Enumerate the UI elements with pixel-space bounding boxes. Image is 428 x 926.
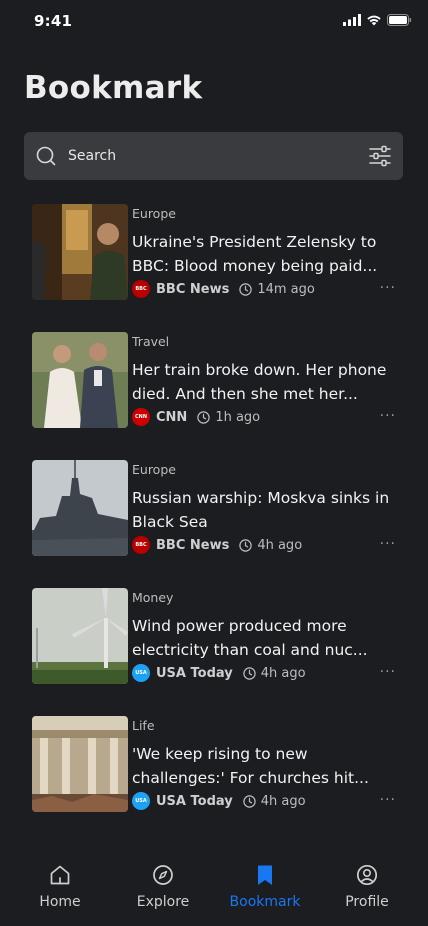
profile-icon — [356, 864, 378, 886]
article-meta: BBC BBC News 4h ago ··· — [132, 536, 402, 554]
article-source[interactable]: CNN — [156, 410, 187, 425]
article-meta: USA USA Today 4h ago ··· — [132, 664, 402, 682]
article-thumbnail — [32, 716, 128, 812]
bookmark-icon — [258, 865, 272, 885]
wifi-icon — [367, 15, 381, 26]
article-thumbnail — [32, 460, 128, 556]
article-thumbnail — [32, 332, 128, 428]
article-time: 4h ago — [260, 793, 306, 809]
article-card[interactable]: Europe Russian warship: Moskva sinks in … — [32, 460, 402, 556]
clock-icon — [239, 282, 253, 296]
article-headline[interactable]: Ukraine's President Zelensky to BBC: Blo… — [132, 230, 400, 278]
article-card[interactable]: Travel Her train broke down. Her phone d… — [32, 332, 402, 428]
article-headline[interactable]: 'We keep rising to new challenges:' For … — [132, 742, 400, 790]
cnn-logo: CNN — [132, 408, 150, 426]
article-meta: CNN CNN 1h ago ··· — [132, 408, 402, 426]
search-input[interactable] — [68, 132, 348, 180]
tab-home[interactable]: Home — [10, 846, 110, 926]
usa-today-logo: USA — [132, 664, 150, 682]
bbc-news-logo: BBC — [132, 536, 150, 554]
tab-label: Bookmark — [229, 894, 301, 910]
battery-icon — [387, 14, 412, 26]
article-category: Money — [132, 590, 174, 605]
article-time: 4h ago — [260, 665, 306, 681]
article-headline[interactable]: Wind power produced more electricity tha… — [132, 614, 400, 662]
tab-label: Explore — [136, 894, 190, 910]
article-time: 14m ago — [257, 281, 315, 297]
article-headline[interactable]: Russian warship: Moskva sinks in Black S… — [132, 486, 400, 534]
clock-icon — [197, 410, 211, 424]
article-time: 1h ago — [215, 409, 261, 425]
tab-label: Home — [39, 894, 81, 910]
bbc-news-logo: BBC — [132, 280, 150, 298]
article-card[interactable]: Life 'We keep rising to new challenges:'… — [32, 716, 402, 812]
article-category: Life — [132, 718, 155, 733]
article-source[interactable]: BBC News — [156, 282, 229, 297]
article-meta: USA USA Today 4h ago ··· — [132, 792, 402, 810]
tab-bookmark[interactable]: Bookmark — [215, 846, 315, 926]
status-time: 9:41 — [34, 12, 73, 30]
tab-label: Profile — [345, 894, 389, 910]
tab-explore[interactable]: Explore — [113, 846, 213, 926]
more-options-icon[interactable]: ··· — [380, 665, 396, 679]
article-source[interactable]: USA Today — [156, 666, 233, 681]
cellular-signal-icon — [343, 14, 361, 26]
more-options-icon[interactable]: ··· — [380, 793, 396, 807]
search-bar — [24, 132, 403, 180]
article-thumbnail — [32, 204, 128, 300]
home-icon — [50, 865, 70, 885]
article-category: Europe — [132, 462, 176, 477]
more-options-icon[interactable]: ··· — [380, 281, 396, 295]
article-source[interactable]: BBC News — [156, 538, 229, 553]
tab-profile[interactable]: Profile — [317, 846, 417, 926]
status-bar: 9:41 — [0, 0, 428, 44]
page-title: Bookmark — [24, 70, 203, 106]
search-icon — [36, 146, 56, 166]
article-card[interactable]: Europe Ukraine's President Zelensky to B… — [32, 204, 402, 300]
article-card[interactable]: Money Wind power produced more electrici… — [32, 588, 402, 684]
article-headline[interactable]: Her train broke down. Her phone died. An… — [132, 358, 400, 406]
filter-icon[interactable] — [369, 145, 391, 167]
compass-icon — [153, 865, 173, 885]
more-options-icon[interactable]: ··· — [380, 537, 396, 551]
article-meta: BBC BBC News 14m ago ··· — [132, 280, 402, 298]
article-thumbnail — [32, 588, 128, 684]
more-options-icon[interactable]: ··· — [380, 409, 396, 423]
bottom-tab-bar: Home Explore Bookmark Profile — [0, 846, 428, 926]
status-icons — [343, 14, 412, 26]
clock-icon — [243, 666, 256, 680]
article-source[interactable]: USA Today — [156, 794, 233, 809]
clock-icon — [239, 538, 253, 552]
usa-today-logo: USA — [132, 792, 150, 810]
article-category: Europe — [132, 206, 176, 221]
article-category: Travel — [132, 334, 170, 349]
article-time: 4h ago — [257, 537, 303, 553]
clock-icon — [243, 794, 256, 808]
